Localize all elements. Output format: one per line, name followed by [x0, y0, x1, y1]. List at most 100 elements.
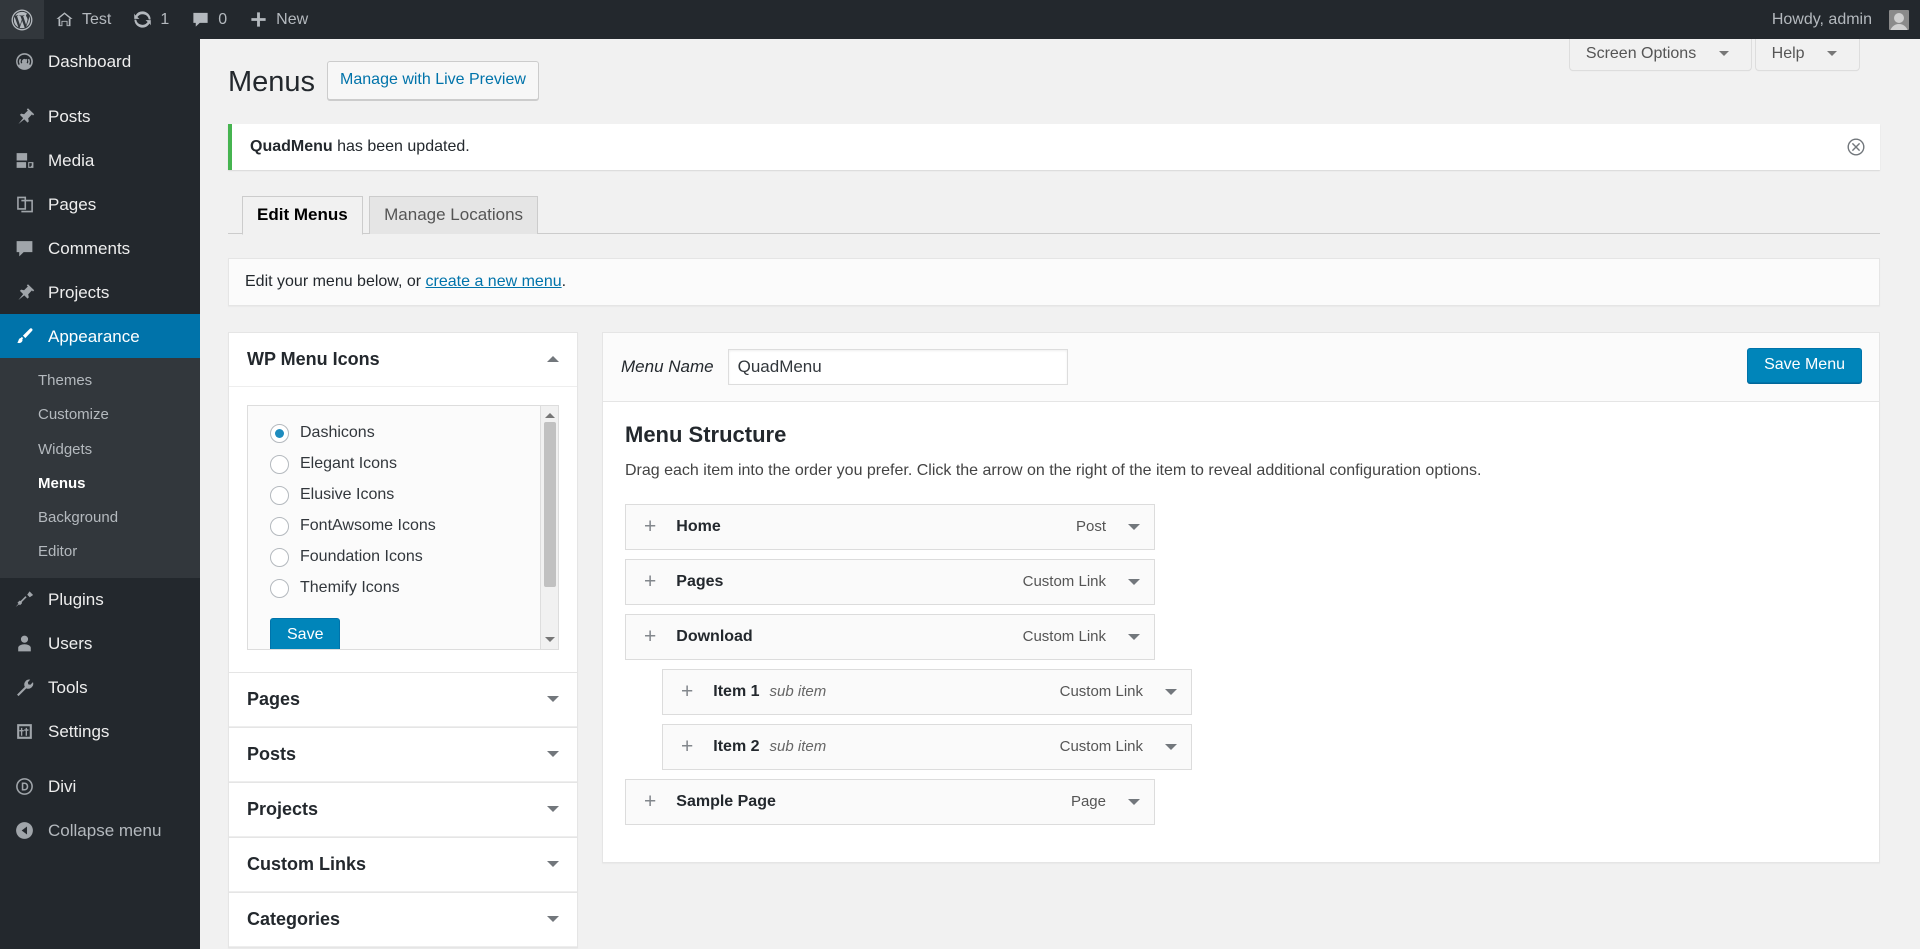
radio-option-elusive-icons[interactable]: Elusive Icons	[270, 485, 540, 505]
icon-set-scrollbar[interactable]	[540, 405, 558, 649]
menu-structure-description: Drag each item into the order you prefer…	[625, 461, 1482, 479]
drag-handle-plus-icon[interactable]: +	[644, 626, 656, 647]
radio-icon[interactable]	[270, 547, 289, 567]
scroll-down-arrow-icon[interactable]	[544, 636, 555, 647]
save-icons-button[interactable]: Save	[270, 617, 341, 649]
radio-option-elegant-icons[interactable]: Elegant Icons	[270, 454, 540, 474]
radio-icon[interactable]	[270, 578, 289, 598]
radio-icon[interactable]	[270, 454, 289, 474]
chevron-down-icon[interactable]	[543, 689, 563, 709]
sidebar-subitem-menus[interactable]: Menus	[0, 467, 200, 501]
pin-icon	[12, 105, 36, 127]
updates-count: 1	[160, 10, 170, 28]
chevron-down-icon[interactable]	[1128, 633, 1140, 646]
dismiss-circle-icon[interactable]	[1844, 135, 1868, 159]
admin-bar: Test 1 0 New Howdy, admin	[0, 0, 1920, 39]
create-a-new-menu-link[interactable]: create a new menu	[426, 273, 562, 290]
chevron-down-icon[interactable]	[543, 799, 563, 819]
tab-manage-locations[interactable]: Manage Locations	[369, 195, 539, 234]
updates-menu[interactable]: 1	[122, 0, 180, 39]
chevron-down-icon[interactable]	[1128, 578, 1140, 591]
sidebar-item-settings[interactable]: Settings	[0, 710, 200, 754]
my-account-menu[interactable]: Howdy, admin	[1761, 0, 1920, 39]
radio-option-themify-icons[interactable]: Themify Icons	[270, 578, 540, 598]
menu-name-input[interactable]	[727, 348, 1068, 385]
tab-edit-menus[interactable]: Edit Menus	[242, 195, 363, 235]
plug-icon	[12, 589, 36, 611]
chevron-down-icon[interactable]	[1128, 798, 1140, 811]
avatar	[1889, 9, 1909, 30]
sidebar-subitem-customize[interactable]: Customize	[0, 398, 200, 432]
comments-menu[interactable]: 0	[180, 0, 238, 39]
sidebar-item-users[interactable]: Users	[0, 622, 200, 666]
sidebar-item-dashboard[interactable]: Dashboard	[0, 39, 200, 83]
radio-option-foundation-icons[interactable]: Foundation Icons	[270, 547, 540, 567]
screen-options-button[interactable]: Screen Options	[1568, 39, 1752, 71]
settings-sliders-icon	[12, 721, 36, 743]
menu-name-label: Menu Name	[621, 356, 714, 376]
menu-item-home[interactable]: + Home Post	[625, 503, 1155, 550]
sidebar-item-label: Appearance	[48, 326, 140, 346]
accordion-header-pages[interactable]: Pages	[229, 673, 577, 727]
sidebar-subitem-background[interactable]: Background	[0, 501, 200, 535]
pages-icon	[12, 193, 36, 215]
accordion-header-categories[interactable]: Categories	[229, 893, 577, 947]
sidebar-item-pages[interactable]: Pages	[0, 182, 200, 226]
sidebar-item-plugins[interactable]: Plugins	[0, 578, 200, 622]
radio-icon[interactable]	[270, 423, 289, 443]
drag-handle-plus-icon[interactable]: +	[681, 681, 693, 702]
menu-item-sample-page[interactable]: + Sample Page Page	[625, 778, 1155, 825]
chevron-down-icon[interactable]	[543, 909, 563, 929]
sidebar-item-posts[interactable]: Posts	[0, 94, 200, 138]
manage-with-live-preview-button[interactable]: Manage with Live Preview	[327, 60, 539, 100]
menu-item-title: Item 2	[713, 737, 760, 755]
sidebar-item-label: Media	[48, 150, 95, 170]
menu-item-item-2[interactable]: + Item 2 sub item Custom Link	[662, 723, 1192, 770]
scrollbar-thumb[interactable]	[543, 421, 556, 587]
accordion-header-custom-links[interactable]: Custom Links	[229, 838, 577, 892]
chevron-down-icon[interactable]	[543, 744, 563, 764]
menu-item-item-1[interactable]: + Item 1 sub item Custom Link	[662, 668, 1192, 715]
sidebar-item-divi[interactable]: Divi	[0, 765, 200, 809]
sidebar-item-media[interactable]: Media	[0, 138, 200, 182]
accordion-header-posts[interactable]: Posts	[229, 728, 577, 782]
site-name-menu[interactable]: Test	[44, 0, 122, 39]
sidebar-item-appearance[interactable]: Appearance	[0, 314, 208, 358]
sidebar-subitem-widgets[interactable]: Widgets	[0, 433, 200, 467]
chevron-up-icon[interactable]	[543, 349, 563, 369]
sidebar-subitem-themes[interactable]: Themes	[0, 364, 200, 398]
scroll-up-arrow-icon[interactable]	[544, 408, 555, 418]
collapse-arrow-icon	[12, 820, 36, 842]
sidebar-item-projects[interactable]: Projects	[0, 270, 200, 314]
help-button[interactable]: Help	[1754, 39, 1860, 71]
radio-option-fontawsome-icons[interactable]: FontAwsome Icons	[270, 516, 540, 536]
drag-handle-plus-icon[interactable]: +	[681, 736, 693, 757]
radio-icon[interactable]	[270, 516, 289, 536]
wp-menu-icons-header[interactable]: WP Menu Icons	[229, 333, 577, 387]
wp-logo-menu[interactable]	[0, 0, 44, 39]
radio-option-dashicons[interactable]: Dashicons	[270, 423, 540, 443]
paintbrush-icon	[12, 325, 36, 347]
howdy-label: Howdy, admin	[1771, 10, 1872, 28]
drag-handle-plus-icon[interactable]: +	[644, 791, 656, 812]
drag-handle-plus-icon[interactable]: +	[644, 516, 656, 537]
drag-handle-plus-icon[interactable]: +	[644, 571, 656, 592]
chevron-down-icon[interactable]	[1128, 523, 1140, 536]
menu-item-type: Custom Link	[1059, 738, 1143, 756]
menu-item-pages[interactable]: + Pages Custom Link	[625, 558, 1155, 605]
sidebar-item-collapse-menu[interactable]: Collapse menu	[0, 809, 200, 853]
save-menu-button[interactable]: Save Menu	[1747, 347, 1862, 383]
sidebar-item-tools[interactable]: Tools	[0, 666, 200, 710]
chevron-down-icon[interactable]	[543, 854, 563, 874]
site-name-label: Test	[82, 10, 112, 28]
sidebar-item-comments[interactable]: Comments	[0, 226, 200, 270]
sidebar-subitem-editor[interactable]: Editor	[0, 535, 200, 569]
new-content-menu[interactable]: New	[238, 0, 319, 39]
accordion-header-projects[interactable]: Projects	[229, 783, 577, 837]
menu-item-download[interactable]: + Download Custom Link	[625, 613, 1155, 660]
appearance-submenu: Themes Customize Widgets Menus Backgroun…	[0, 358, 200, 578]
dashboard-icon	[12, 50, 36, 72]
chevron-down-icon[interactable]	[1165, 743, 1177, 756]
chevron-down-icon[interactable]	[1165, 688, 1177, 701]
radio-icon[interactable]	[270, 485, 289, 505]
